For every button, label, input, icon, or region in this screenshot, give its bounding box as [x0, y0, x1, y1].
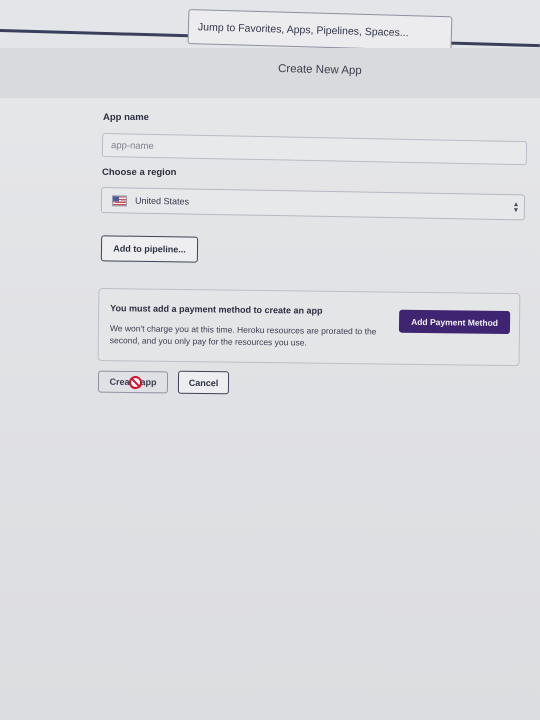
chevron-updown-icon: ▴ ▾	[513, 199, 519, 215]
app-name-label: App name	[103, 112, 149, 123]
payment-notice: You must add a payment method to create …	[97, 288, 521, 367]
not-allowed-cursor-icon	[128, 375, 142, 389]
create-app-label-end: app	[140, 377, 157, 388]
region-selected-value: United States	[134, 195, 190, 207]
create-app-button[interactable]: Crea app	[97, 370, 169, 394]
app-name-input[interactable]	[101, 133, 528, 166]
payment-notice-title: You must add a payment method to create …	[110, 303, 323, 316]
add-payment-method-button[interactable]: Add Payment Method	[398, 309, 511, 335]
cancel-button[interactable]: Cancel	[177, 370, 230, 395]
create-app-form: App name Choose a region United States ▴…	[0, 0, 540, 720]
payment-notice-body: We won't charge you at this time. Heroku…	[109, 323, 377, 348]
region-label: Choose a region	[102, 167, 177, 178]
region-select[interactable]: United States ▴ ▾	[100, 187, 526, 221]
us-flag-icon	[111, 194, 128, 206]
add-to-pipeline-button[interactable]: Add to pipeline...	[100, 235, 199, 263]
create-app-label-start: Crea	[109, 376, 130, 387]
